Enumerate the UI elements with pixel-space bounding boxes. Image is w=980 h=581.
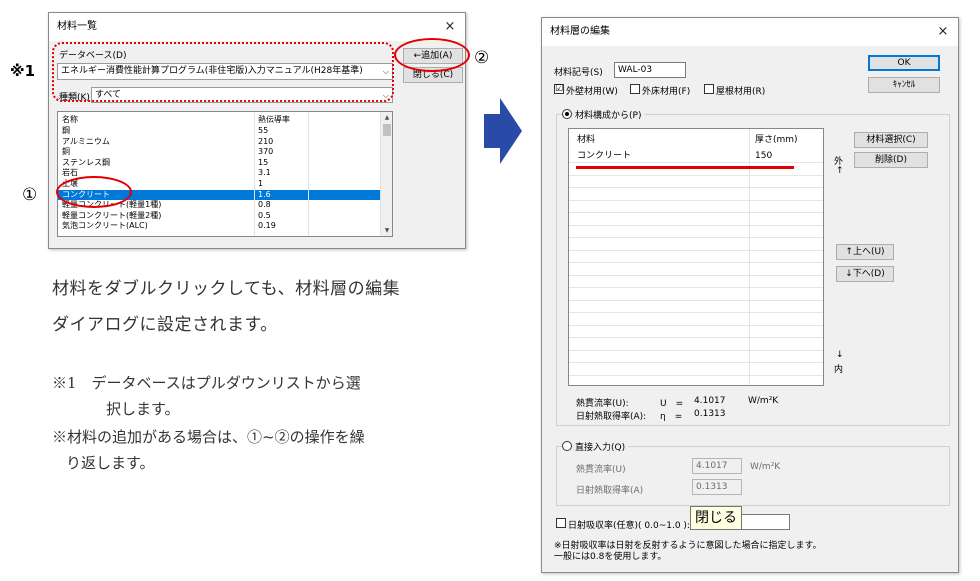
exterior-floor-label: 外床材用(F) (642, 87, 691, 97)
roof-label: 屋根材用(R) (716, 87, 766, 97)
material-name: 銅 (62, 147, 70, 157)
arrow-right-icon (484, 98, 522, 164)
material-name: アルミニウム (62, 136, 110, 146)
note1-line-1: ※1 データベースはプルダウンリストから選 (52, 374, 361, 392)
absorptance-label: 日射吸収率(任意)( 0.0~1.0 ): (568, 521, 690, 531)
list-item[interactable]: 鋼 55 (58, 126, 380, 136)
arrow-down-icon: ↓ (836, 350, 844, 360)
ok-button[interactable]: OK (868, 55, 940, 71)
database-highlight (52, 42, 394, 102)
material-name: 軽量コンクリート(軽量2種) (62, 210, 162, 220)
direct-eta-label: 日射熱取得率(A) (576, 486, 644, 496)
composition-radio-label: 材料構成から(P) (572, 108, 645, 121)
layer-edit-title: 材料層の編集 (542, 18, 958, 46)
list-item[interactable]: 気泡コンクリート(ALC) 0.19 (58, 221, 380, 231)
u-unit: W/m²K (748, 396, 779, 406)
material-list-title: 材料一覧 (49, 13, 465, 41)
material-conductivity: 1.6 (258, 189, 271, 199)
list-item[interactable]: 銅 370 (58, 147, 380, 157)
exterior-wall-checkbox[interactable]: ☑ (554, 84, 564, 94)
direct-u-label: 熱貫流率(U) (576, 465, 626, 475)
material-conductivity: 0.19 (258, 221, 276, 231)
u-symbol: U = (660, 399, 684, 409)
direct-u-unit: W/m²K (750, 462, 781, 472)
list-scrollbar[interactable]: ▲ ▼ (380, 112, 392, 236)
material-code-input[interactable]: WAL-03 (614, 62, 686, 78)
close-icon[interactable]: × (934, 18, 952, 46)
cancel-button[interactable]: ｷｬﾝｾﾙ (868, 77, 940, 93)
step-marker-2: ② (474, 48, 490, 68)
direct-input-group (556, 446, 950, 506)
exterior-floor-checkbox[interactable] (630, 84, 640, 94)
eta-symbol: η = (660, 412, 683, 422)
eta-label: 日射熱取得率(A): (576, 412, 647, 422)
arrow-up-icon: ↑ (836, 166, 844, 176)
composition-radio[interactable] (562, 109, 572, 119)
material-name: 気泡コンクリート(ALC) (62, 221, 148, 231)
material-code-label: 材料記号(S) (554, 68, 603, 78)
select-material-button[interactable]: 材料選択(C) (854, 132, 928, 148)
direct-eta-input[interactable]: 0.1313 (692, 479, 742, 495)
column-name: 名称 (62, 115, 78, 124)
inside-label: 内 (834, 365, 844, 375)
table-row[interactable]: コンクリート 150 (569, 151, 823, 161)
list-item[interactable]: ステンレス鋼 15 (58, 158, 380, 168)
concrete-underline (576, 166, 794, 169)
exterior-wall-label: 外壁材用(W) (566, 87, 618, 97)
absorptance-checkbox[interactable] (556, 518, 566, 528)
material-name: 鋼 (62, 126, 70, 135)
scroll-up-icon[interactable]: ▲ (381, 112, 392, 123)
u-value: 4.1017 (694, 396, 726, 406)
eta-value: 0.1313 (694, 409, 726, 419)
list-item[interactable]: 軽量コンクリート(軽量2種) 0.5 (58, 211, 380, 221)
column-material: 材料 (577, 135, 596, 145)
material-conductivity: 0.8 (258, 200, 271, 210)
column-conductivity: 熱伝導率 (258, 115, 290, 124)
move-up-button[interactable]: ↑上へ(U) (836, 244, 894, 260)
material-conductivity: 15 (258, 157, 269, 167)
scroll-down-icon[interactable]: ▼ (381, 225, 392, 236)
direct-input-radio-label: 直接入力(Q) (572, 440, 629, 453)
material-conductivity: 1 (258, 179, 264, 188)
list-item[interactable]: アルミニウム 210 (58, 137, 380, 147)
note-mark-1: ※1 (10, 62, 36, 80)
list-header: 名称 熱伝導率 (58, 115, 380, 125)
footer-note-2: 一般には0.8を使用します。 (554, 552, 667, 562)
add-button-highlight (394, 38, 470, 72)
note1-line-2: 択します。 (106, 400, 180, 418)
close-icon[interactable]: × (441, 13, 459, 41)
layer-material: コンクリート (577, 151, 632, 161)
material-name: ステンレス鋼 (62, 157, 110, 167)
material-conductivity: 3.1 (258, 168, 271, 178)
u-label: 熱貫流率(U): (576, 399, 629, 409)
note2-line-1: ※材料の追加がある場合は、①~②の操作を繰 (52, 428, 365, 446)
material-list[interactable]: 名称 熱伝導率 鋼 55 アルミニウム 210 銅 370 ステンレス鋼 15 岩石 3.1 土壌 1… (57, 111, 393, 237)
scroll-thumb[interactable] (383, 124, 391, 136)
column-thickness: 厚さ(mm) (755, 135, 798, 145)
step-marker-1: ① (22, 185, 38, 205)
material-conductivity: 210 (258, 136, 274, 146)
material-conductivity: 55 (258, 126, 269, 135)
delete-button[interactable]: 削除(D) (854, 152, 928, 168)
note2-line-2: り返します。 (66, 454, 155, 472)
roof-checkbox[interactable] (704, 84, 714, 94)
concrete-highlight (56, 176, 132, 208)
instruction-line-2: ダイアログに設定されます。 (52, 315, 278, 335)
material-layer-edit-dialog: 材料層の編集 × 材料記号(S) WAL-03 OK ｷｬﾝｾﾙ ☑ 外壁材用(… (541, 17, 959, 573)
table-header: 材料 厚さ(mm) (569, 135, 823, 145)
move-down-button[interactable]: ↓下へ(D) (836, 266, 894, 282)
material-conductivity: 370 (258, 147, 274, 157)
close-tooltip: 閉じる (690, 506, 742, 530)
direct-u-input[interactable]: 4.1017 (692, 458, 742, 474)
direct-input-radio[interactable] (562, 441, 572, 451)
layer-thickness: 150 (755, 151, 773, 161)
material-conductivity: 0.5 (258, 210, 271, 220)
instruction-line-1: 材料をダブルクリックしても、材料層の編集 (52, 279, 401, 299)
